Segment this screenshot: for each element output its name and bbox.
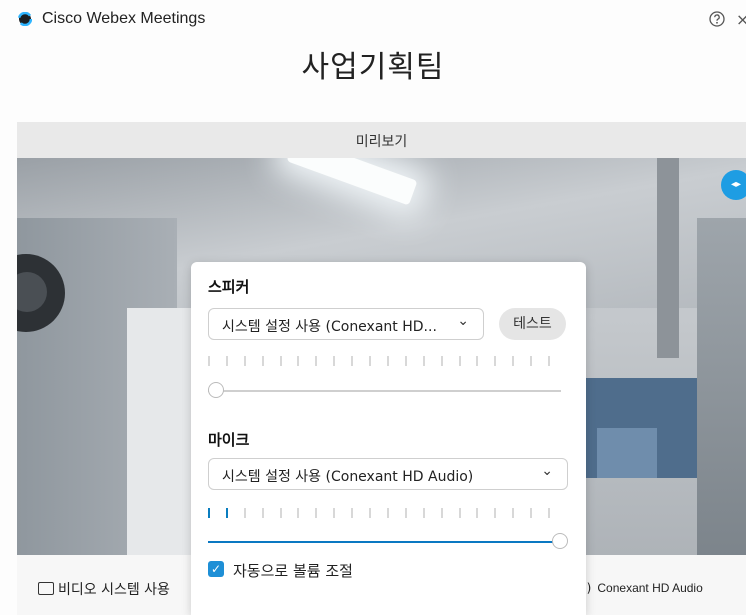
level-tick <box>351 508 353 518</box>
speaker-device-select[interactable]: 시스템 설정 사용 (Conexant HD... ⌄ <box>208 308 484 340</box>
help-circle-icon[interactable] <box>708 10 726 28</box>
audio-settings-panel: 스피커 시스템 설정 사용 (Conexant HD... ⌄ 테스트 마이크 … <box>191 262 586 615</box>
level-tick <box>387 508 389 518</box>
speaker-level-meter <box>208 356 550 368</box>
video-system-label: 비디오 시스템 사용 <box>58 582 170 598</box>
level-tick <box>530 508 532 518</box>
preview-label: 미리보기 <box>355 134 408 150</box>
binders <box>597 428 657 478</box>
microphone-device-select[interactable]: 시스템 설정 사용 (Conexant HD Audio) ⌄ <box>208 458 568 490</box>
chevron-down-icon: ⌄ <box>457 313 469 329</box>
level-tick <box>333 508 335 518</box>
window-post <box>657 158 679 358</box>
level-tick <box>226 356 228 366</box>
speaker-device-value: 시스템 설정 사용 (Conexant HD... <box>222 319 437 335</box>
audio-device-button[interactable]: ]) Conexant HD Audio <box>582 581 703 595</box>
level-tick <box>280 508 282 518</box>
level-tick <box>476 356 478 366</box>
preview-bar: 미리보기 <box>17 122 746 158</box>
microphone-volume-thumb[interactable] <box>552 533 568 549</box>
level-tick <box>262 508 264 518</box>
level-tick <box>208 356 210 366</box>
meeting-title: 사업기획팀 <box>301 50 445 85</box>
level-tick <box>333 356 335 366</box>
level-tick <box>405 356 407 366</box>
level-tick <box>297 356 299 366</box>
level-tick <box>244 356 246 366</box>
level-tick <box>441 356 443 366</box>
level-tick <box>512 356 514 366</box>
level-tick <box>405 508 407 518</box>
level-tick <box>315 508 317 518</box>
close-icon[interactable]: × <box>736 10 746 29</box>
partition <box>697 218 746 555</box>
level-tick <box>459 356 461 366</box>
level-tick <box>351 356 353 366</box>
speaker-volume-thumb[interactable] <box>208 382 224 398</box>
speaker-test-button[interactable]: 테스트 <box>499 308 566 340</box>
speaker-heading: 스피커 <box>208 278 250 296</box>
app-title: Cisco Webex Meetings <box>42 10 206 27</box>
level-tick <box>387 356 389 366</box>
video-system-button[interactable]: 비디오 시스템 사용 <box>38 579 170 599</box>
level-tick <box>476 508 478 518</box>
chevron-down-icon: ⌄ <box>541 463 553 479</box>
level-tick <box>244 508 246 518</box>
title-bar: Cisco Webex Meetings × <box>0 0 746 40</box>
webex-logo-icon <box>18 12 32 26</box>
level-tick <box>423 508 425 518</box>
level-tick <box>369 508 371 518</box>
level-tick <box>315 356 317 366</box>
level-tick <box>548 508 550 518</box>
audio-device-label: Conexant HD Audio <box>597 581 703 595</box>
mirror-icon[interactable]: ◂▸ <box>721 170 746 200</box>
microphone-device-value: 시스템 설정 사용 (Conexant HD Audio) <box>222 469 474 485</box>
auto-volume-checkbox[interactable]: ✓ <box>208 561 224 577</box>
level-tick <box>459 508 461 518</box>
microphone-heading: 마이크 <box>208 431 250 449</box>
microphone-volume-fill <box>208 541 560 543</box>
cast-icon <box>38 582 54 595</box>
level-tick <box>494 508 496 518</box>
level-tick <box>262 356 264 366</box>
level-tick <box>423 356 425 366</box>
level-tick <box>548 356 550 366</box>
level-tick <box>512 508 514 518</box>
level-tick <box>226 508 228 518</box>
level-tick <box>369 356 371 366</box>
auto-volume-label: 자동으로 볼륨 조절 <box>233 562 353 580</box>
speaker-volume-slider[interactable] <box>208 382 561 398</box>
level-tick <box>494 356 496 366</box>
level-tick <box>441 508 443 518</box>
microphone-level-meter <box>208 508 550 520</box>
level-tick <box>280 356 282 366</box>
microphone-volume-slider[interactable] <box>208 533 568 549</box>
level-tick <box>530 356 532 366</box>
level-tick <box>297 508 299 518</box>
level-tick <box>208 508 210 518</box>
